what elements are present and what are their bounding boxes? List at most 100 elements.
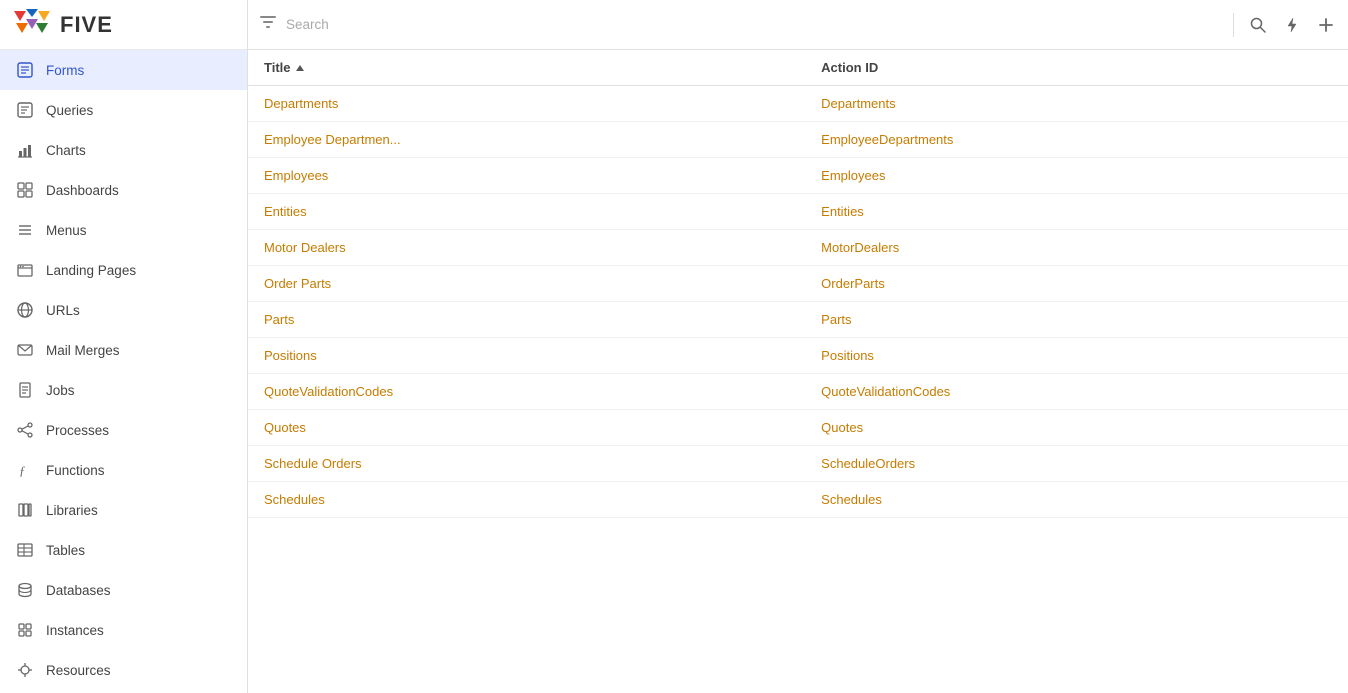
- jobs-icon: [14, 379, 36, 401]
- table-cell-title[interactable]: QuoteValidationCodes: [248, 374, 805, 410]
- table-row[interactable]: QuoteValidationCodesQuoteValidationCodes: [248, 374, 1348, 410]
- table-cell-title[interactable]: Motor Dealers: [248, 230, 805, 266]
- instances-icon: [14, 619, 36, 641]
- table-cell-title[interactable]: Schedule Orders: [248, 446, 805, 482]
- table-row[interactable]: EmployeesEmployees: [248, 158, 1348, 194]
- sidebar-item-label-jobs: Jobs: [46, 383, 75, 398]
- sidebar-item-forms[interactable]: Forms: [0, 50, 247, 90]
- sidebar-item-label-tables: Tables: [46, 543, 85, 558]
- add-button[interactable]: [1312, 13, 1340, 37]
- sidebar-item-label-forms: Forms: [46, 63, 84, 78]
- sidebar-item-label-queries: Queries: [46, 103, 93, 118]
- sidebar-item-menus[interactable]: Menus: [0, 210, 247, 250]
- svg-text:ƒ: ƒ: [19, 463, 26, 478]
- table-cell-title[interactable]: Employees: [248, 158, 805, 194]
- queries-icon: [14, 99, 36, 121]
- sidebar-item-label-menus: Menus: [46, 223, 87, 238]
- table-cell-action-id[interactable]: Schedules: [805, 482, 1348, 518]
- processes-icon: [14, 419, 36, 441]
- app-title: FIVE: [60, 12, 113, 38]
- column-action-id-label: Action ID: [821, 60, 878, 75]
- sidebar-item-landing-pages[interactable]: Landing Pages: [0, 250, 247, 290]
- table-cell-title[interactable]: Parts: [248, 302, 805, 338]
- tables-icon: [14, 539, 36, 561]
- table-cell-title[interactable]: Schedules: [248, 482, 805, 518]
- table-cell-title[interactable]: Positions: [248, 338, 805, 374]
- table-cell-title[interactable]: Departments: [248, 86, 805, 122]
- toolbar: [248, 0, 1348, 50]
- toolbar-divider: [1233, 13, 1234, 37]
- lightning-button[interactable]: [1278, 13, 1306, 37]
- table-row[interactable]: QuotesQuotes: [248, 410, 1348, 446]
- databases-icon: [14, 579, 36, 601]
- sidebar-item-instances[interactable]: Instances: [0, 610, 247, 650]
- table-row[interactable]: PositionsPositions: [248, 338, 1348, 374]
- sidebar-item-label-urls: URLs: [46, 303, 80, 318]
- dashboards-icon: [14, 179, 36, 201]
- table-header-row: Title Action ID: [248, 50, 1348, 86]
- sidebar-item-label-mail-merges: Mail Merges: [46, 343, 120, 358]
- table-cell-action-id[interactable]: QuoteValidationCodes: [805, 374, 1348, 410]
- table-cell-title[interactable]: Entities: [248, 194, 805, 230]
- forms-table: Title Action ID DepartmentsDepartmentsEm…: [248, 50, 1348, 518]
- table-cell-action-id[interactable]: Positions: [805, 338, 1348, 374]
- table-row[interactable]: DepartmentsDepartments: [248, 86, 1348, 122]
- column-header-action-id[interactable]: Action ID: [805, 50, 1348, 86]
- sidebar-item-queries[interactable]: Queries: [0, 90, 247, 130]
- resources-icon: [14, 659, 36, 681]
- table-cell-title[interactable]: Employee Departmen...: [248, 122, 805, 158]
- column-title-label: Title: [264, 60, 291, 75]
- sidebar-item-urls[interactable]: URLs: [0, 290, 247, 330]
- sidebar-item-databases[interactable]: Databases: [0, 570, 247, 610]
- sidebar-item-functions[interactable]: ƒ Functions: [0, 450, 247, 490]
- sidebar-item-label-functions: Functions: [46, 463, 105, 478]
- table-row[interactable]: Order PartsOrderParts: [248, 266, 1348, 302]
- table-cell-action-id[interactable]: EmployeeDepartments: [805, 122, 1348, 158]
- table-row[interactable]: EntitiesEntities: [248, 194, 1348, 230]
- table-body: DepartmentsDepartmentsEmployee Departmen…: [248, 86, 1348, 518]
- table-cell-action-id[interactable]: Quotes: [805, 410, 1348, 446]
- sidebar-item-processes[interactable]: Processes: [0, 410, 247, 450]
- sidebar-item-libraries[interactable]: Libraries: [0, 490, 247, 530]
- sidebar-item-label-dashboards: Dashboards: [46, 183, 119, 198]
- logo-area: FIVE: [0, 0, 247, 50]
- sidebar-item-jobs[interactable]: Jobs: [0, 370, 247, 410]
- table-cell-action-id[interactable]: Departments: [805, 86, 1348, 122]
- sidebar-item-label-processes: Processes: [46, 423, 109, 438]
- table-cell-action-id[interactable]: Parts: [805, 302, 1348, 338]
- table-row[interactable]: PartsParts: [248, 302, 1348, 338]
- table-row[interactable]: Schedule OrdersScheduleOrders: [248, 446, 1348, 482]
- sidebar-item-mail-merges[interactable]: Mail Merges: [0, 330, 247, 370]
- libraries-icon: [14, 499, 36, 521]
- search-input[interactable]: [286, 17, 1223, 32]
- sidebar-item-label-charts: Charts: [46, 143, 86, 158]
- sidebar-item-label-landing-pages: Landing Pages: [46, 263, 136, 278]
- urls-icon: [14, 299, 36, 321]
- functions-icon: ƒ: [14, 459, 36, 481]
- table-cell-action-id[interactable]: Employees: [805, 158, 1348, 194]
- sidebar-item-label-libraries: Libraries: [46, 503, 98, 518]
- table-row[interactable]: Employee Departmen...EmployeeDepartments: [248, 122, 1348, 158]
- table-row[interactable]: SchedulesSchedules: [248, 482, 1348, 518]
- sidebar-item-resources[interactable]: Resources: [0, 650, 247, 690]
- sidebar-item-tables[interactable]: Tables: [0, 530, 247, 570]
- charts-icon: [14, 139, 36, 161]
- table-cell-title[interactable]: Order Parts: [248, 266, 805, 302]
- sidebar-item-charts[interactable]: Charts: [0, 130, 247, 170]
- table-cell-action-id[interactable]: MotorDealers: [805, 230, 1348, 266]
- forms-table-container: Title Action ID DepartmentsDepartmentsEm…: [248, 50, 1348, 693]
- table-cell-action-id[interactable]: Entities: [805, 194, 1348, 230]
- sidebar: FIVE Forms Queries Charts Dashboards Menus La…: [0, 0, 248, 693]
- table-cell-action-id[interactable]: ScheduleOrders: [805, 446, 1348, 482]
- search-button[interactable]: [1244, 13, 1272, 37]
- table-cell-title[interactable]: Quotes: [248, 410, 805, 446]
- filter-icon: [260, 15, 276, 34]
- sidebar-item-label-instances: Instances: [46, 623, 104, 638]
- forms-icon: [14, 59, 36, 81]
- column-header-title[interactable]: Title: [248, 50, 805, 86]
- sidebar-item-label-databases: Databases: [46, 583, 111, 598]
- sidebar-item-dashboards[interactable]: Dashboards: [0, 170, 247, 210]
- table-row[interactable]: Motor DealersMotorDealers: [248, 230, 1348, 266]
- landing-pages-icon: [14, 259, 36, 281]
- table-cell-action-id[interactable]: OrderParts: [805, 266, 1348, 302]
